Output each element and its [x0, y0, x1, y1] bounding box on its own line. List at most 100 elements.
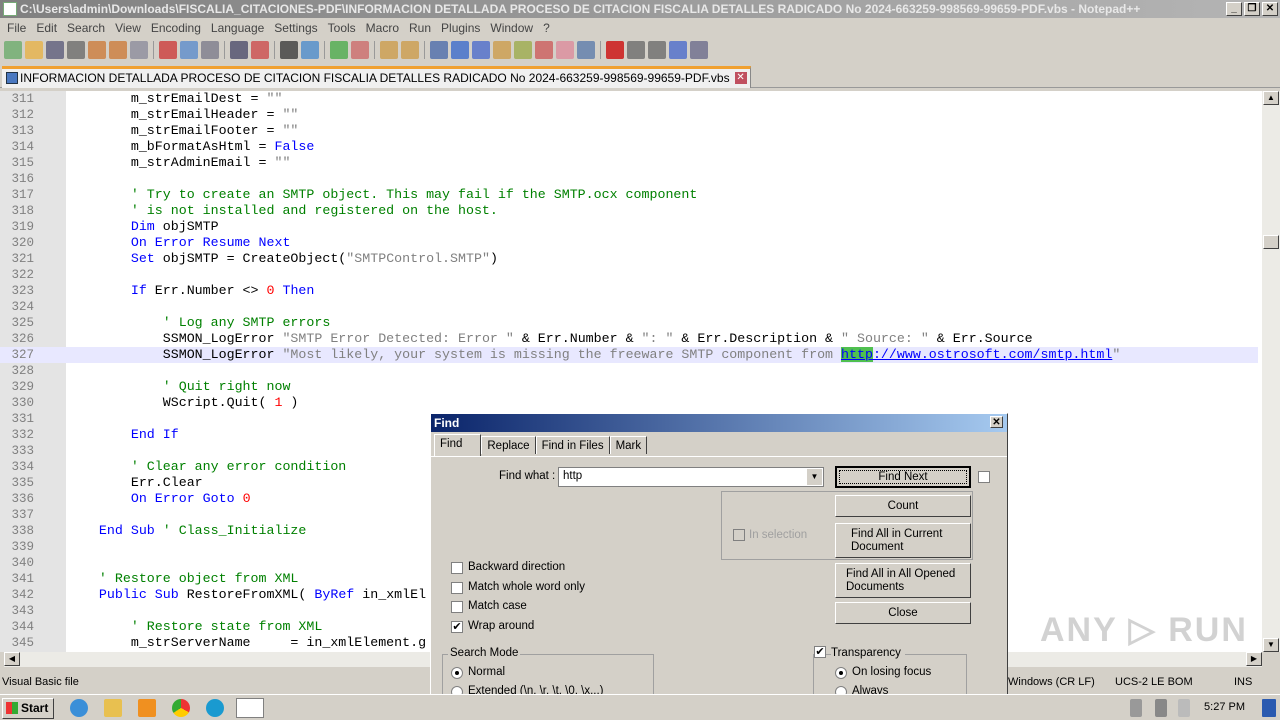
option-checkbox[interactable] — [451, 601, 463, 613]
menu-file[interactable]: File — [2, 18, 31, 38]
menu-language[interactable]: Language — [206, 18, 269, 38]
code-line[interactable]: 327 SSMON_LogError "Most likely, your sy… — [0, 347, 1258, 363]
toolbar-button-icon[interactable] — [493, 41, 511, 59]
show-desktop-icon[interactable] — [1262, 699, 1276, 717]
menu-settings[interactable]: Settings — [269, 18, 322, 38]
toolbar-button-icon[interactable] — [351, 41, 369, 59]
extra-checkbox[interactable] — [978, 471, 990, 483]
menu-[interactable]: ? — [538, 18, 555, 38]
code-line[interactable]: 317 ' Try to create an SMTP object. This… — [0, 187, 1258, 203]
toolbar-button-icon[interactable] — [648, 41, 666, 59]
code-line[interactable]: 313 m_strEmailFooter = "" — [0, 123, 1258, 139]
find-what-combobox[interactable]: http ▼ — [558, 467, 824, 487]
toolbar-button-icon[interactable] — [330, 41, 348, 59]
toolbar-button-icon[interactable] — [401, 41, 419, 59]
menu-macro[interactable]: Macro — [361, 18, 404, 38]
code-line[interactable]: 316 — [0, 171, 1258, 187]
toolbar-button-icon[interactable] — [201, 41, 219, 59]
tab-replace[interactable]: Replace — [481, 436, 536, 454]
clock[interactable]: 5:27 PM — [1204, 701, 1245, 713]
toolbar-button-icon[interactable] — [109, 41, 127, 59]
dropdown-arrow-icon[interactable]: ▼ — [807, 469, 822, 485]
count-button[interactable]: Count — [835, 495, 971, 517]
toolbar-button-icon[interactable] — [280, 41, 298, 59]
toolbar-button-icon[interactable] — [380, 41, 398, 59]
vertical-scrollbar[interactable]: ▲ ▼ — [1262, 91, 1280, 652]
menu-plugins[interactable]: Plugins — [436, 18, 485, 38]
toolbar-button-icon[interactable] — [4, 41, 22, 59]
code-line[interactable]: 328 — [0, 363, 1258, 379]
option-checkbox[interactable] — [451, 562, 463, 574]
toolbar-button-icon[interactable] — [690, 41, 708, 59]
code-line[interactable]: 312 m_strEmailHeader = "" — [0, 107, 1258, 123]
code-line[interactable]: 324 — [0, 299, 1258, 315]
toolbar-button-icon[interactable] — [67, 41, 85, 59]
code-line[interactable]: 323 If Err.Number <> 0 Then — [0, 283, 1258, 299]
toolbar-button-icon[interactable] — [627, 41, 645, 59]
toolbar-button-icon[interactable] — [577, 41, 595, 59]
toolbar-button-icon[interactable] — [430, 41, 448, 59]
menu-edit[interactable]: Edit — [31, 18, 62, 38]
menu-tools[interactable]: Tools — [323, 18, 361, 38]
scroll-right-icon[interactable]: ▶ — [1246, 652, 1262, 666]
close-window-button[interactable]: ✕ — [1262, 2, 1278, 16]
code-line[interactable]: 314 m_bFormatAsHtml = False — [0, 139, 1258, 155]
tab-mark[interactable]: Mark — [609, 436, 648, 454]
menu-encoding[interactable]: Encoding — [146, 18, 206, 38]
menu-window[interactable]: Window — [485, 18, 538, 38]
toolbar-button-icon[interactable] — [669, 41, 687, 59]
toolbar-button-icon[interactable] — [556, 41, 574, 59]
toolbar-button-icon[interactable] — [130, 41, 148, 59]
menu-run[interactable]: Run — [404, 18, 436, 38]
toolbar-button-icon[interactable] — [451, 41, 469, 59]
transparency-checkbox[interactable]: ✔ — [814, 646, 826, 658]
toolbar-button-icon[interactable] — [88, 41, 106, 59]
code-line[interactable]: 325 ' Log any SMTP errors — [0, 315, 1258, 331]
start-button[interactable]: Start — [2, 698, 54, 719]
scroll-up-icon[interactable]: ▲ — [1263, 91, 1279, 105]
option-checkbox[interactable]: ✔ — [451, 620, 463, 633]
code-line[interactable]: 319 Dim objSMTP — [0, 219, 1258, 235]
close-tab-icon[interactable]: ✕ — [734, 72, 747, 84]
code-line[interactable]: 330 WScript.Quit( 1 ) — [0, 395, 1258, 411]
find-all-opened-button[interactable]: Find All in All Opened Documents — [835, 563, 971, 598]
option-checkbox[interactable] — [451, 581, 463, 594]
find-next-button[interactable]: Find Next — [835, 466, 971, 488]
tab-find[interactable]: Find — [434, 434, 482, 456]
explorer-icon[interactable] — [104, 699, 122, 717]
close-button[interactable]: Close — [835, 602, 971, 624]
code-line[interactable]: 326 SSMON_LogError "SMTP Error Detected:… — [0, 331, 1258, 347]
code-line[interactable]: 320 On Error Resume Next — [0, 235, 1258, 251]
toolbar-button-icon[interactable] — [301, 41, 319, 59]
toolbar-button-icon[interactable] — [230, 41, 248, 59]
toolbar-button-icon[interactable] — [25, 41, 43, 59]
code-line[interactable]: 315 m_strAdminEmail = "" — [0, 155, 1258, 171]
toolbar-button-icon[interactable] — [606, 41, 624, 59]
toolbar-button-icon[interactable] — [514, 41, 532, 59]
volume-icon[interactable] — [1130, 699, 1142, 717]
on-losing-focus-radio[interactable] — [835, 667, 847, 679]
file-tab[interactable]: INFORMACION DETALLADA PROCESO DE CITACIO… — [2, 66, 751, 88]
toolbar-button-icon[interactable] — [46, 41, 64, 59]
chrome-icon[interactable] — [172, 699, 190, 717]
edge-icon[interactable] — [206, 699, 224, 717]
scroll-thumb[interactable] — [1263, 235, 1279, 249]
network-icon[interactable] — [1155, 699, 1167, 717]
find-what-input[interactable]: http — [563, 470, 582, 482]
menu-search[interactable]: Search — [62, 18, 110, 38]
tab-find-in-files[interactable]: Find in Files — [535, 436, 610, 454]
toolbar-button-icon[interactable] — [472, 41, 490, 59]
code-line[interactable]: 329 ' Quit right now — [0, 379, 1258, 395]
ie-icon[interactable] — [70, 699, 88, 717]
find-dialog-close-icon[interactable]: ✕ — [990, 416, 1003, 428]
find-all-current-button[interactable]: Find All in Current Document — [835, 523, 971, 558]
code-line[interactable]: 322 — [0, 267, 1258, 283]
in-selection-checkbox[interactable] — [733, 529, 745, 541]
notepadpp-task-icon[interactable] — [236, 698, 264, 718]
toolbar-button-icon[interactable] — [251, 41, 269, 59]
toolbar-button-icon[interactable] — [180, 41, 198, 59]
normal-radio[interactable] — [451, 667, 463, 679]
code-line[interactable]: 318 ' is not installed and registered on… — [0, 203, 1258, 219]
media-player-icon[interactable] — [138, 699, 156, 717]
scroll-left-icon[interactable]: ◀ — [4, 652, 20, 666]
